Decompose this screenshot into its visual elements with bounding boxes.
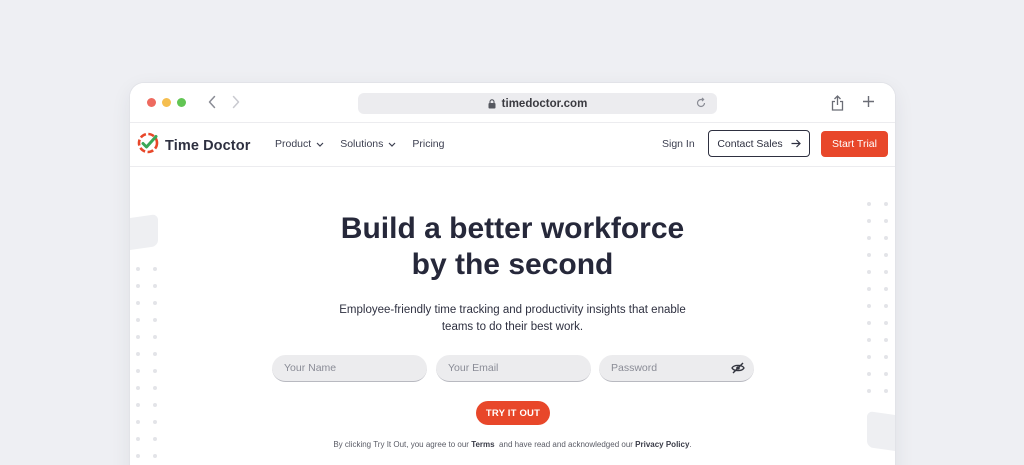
decorative-dot bbox=[884, 287, 888, 291]
decorative-dot bbox=[136, 386, 140, 390]
main-nav: Product Solutions Pricing bbox=[275, 138, 461, 150]
privacy-policy-link[interactable]: Privacy Policy bbox=[635, 440, 689, 449]
nav-item-pricing[interactable]: Pricing bbox=[412, 138, 444, 150]
site-header: Time Doctor Product Solutions Pricing Si… bbox=[130, 123, 895, 167]
password-placeholder: Password bbox=[611, 362, 658, 374]
decorative-dot bbox=[153, 454, 157, 458]
share-icon[interactable] bbox=[831, 95, 844, 111]
decorative-dot bbox=[136, 284, 140, 288]
page-title: Build a better workforce by the second bbox=[130, 211, 895, 283]
decorative-dot bbox=[884, 338, 888, 342]
name-field[interactable]: Your Name bbox=[272, 355, 427, 382]
terms-link[interactable]: Terms bbox=[471, 440, 494, 449]
decorative-dot bbox=[153, 420, 157, 424]
back-icon[interactable] bbox=[202, 92, 222, 112]
try-it-out-button[interactable]: TRY IT OUT bbox=[476, 401, 550, 425]
legal-prefix: By clicking Try It Out, you agree to our bbox=[333, 440, 472, 449]
chevron-down-icon bbox=[316, 142, 324, 147]
url-text: timedoctor.com bbox=[501, 97, 588, 110]
decorative-dot bbox=[153, 403, 157, 407]
maximize-window-button[interactable] bbox=[177, 98, 186, 107]
nav-item-label: Solutions bbox=[340, 138, 384, 150]
time-doctor-logo-icon bbox=[137, 132, 159, 159]
browser-toolbar: timedoctor.com bbox=[130, 83, 895, 123]
start-trial-button[interactable]: Start Trial bbox=[821, 131, 888, 157]
browser-window: timedoctor.com Time Doctor Product Solut… bbox=[130, 83, 895, 465]
legal-suffix: . bbox=[689, 440, 692, 449]
hero-section: Build a better workforce by the second E… bbox=[130, 168, 895, 465]
decorative-dot bbox=[153, 352, 157, 356]
decorative-dot bbox=[867, 389, 871, 393]
decorative-dot bbox=[136, 454, 140, 458]
decorative-dot bbox=[153, 284, 157, 288]
eye-off-icon[interactable] bbox=[731, 362, 745, 374]
name-placeholder: Your Name bbox=[284, 362, 337, 374]
decorative-dot bbox=[867, 372, 871, 376]
legal-middle: and have read and acknowledged our bbox=[494, 440, 636, 449]
close-window-button[interactable] bbox=[147, 98, 156, 107]
forward-icon[interactable] bbox=[226, 92, 246, 112]
reload-icon[interactable] bbox=[695, 97, 707, 109]
password-field[interactable]: Password bbox=[599, 355, 754, 382]
decorative-dot bbox=[867, 355, 871, 359]
title-line: by the second bbox=[411, 248, 614, 281]
page-subtitle: Employee-friendly time tracking and prod… bbox=[130, 302, 895, 336]
decorative-dot bbox=[884, 389, 888, 393]
decorative-dot bbox=[867, 202, 871, 206]
decorative-dot bbox=[153, 369, 157, 373]
brand-logo[interactable]: Time Doctor bbox=[137, 132, 250, 159]
nav-item-label: Pricing bbox=[412, 138, 445, 150]
lock-icon bbox=[488, 98, 496, 109]
minimize-window-button[interactable] bbox=[162, 98, 171, 107]
decorative-dot bbox=[136, 352, 140, 356]
email-placeholder: Your Email bbox=[448, 362, 499, 374]
sign-in-link[interactable]: Sign In bbox=[662, 138, 695, 150]
nav-item-label: Product bbox=[275, 138, 312, 150]
new-tab-icon[interactable] bbox=[862, 95, 875, 108]
address-bar[interactable]: timedoctor.com bbox=[358, 93, 717, 114]
chevron-down-icon bbox=[388, 142, 396, 147]
decorative-dot bbox=[136, 403, 140, 407]
decorative-dot bbox=[867, 287, 871, 291]
subtitle-line: Employee-friendly time tracking and prod… bbox=[339, 304, 686, 316]
contact-sales-button[interactable]: Contact Sales bbox=[708, 130, 810, 157]
decorative-dot bbox=[136, 369, 140, 373]
decorative-dot bbox=[884, 355, 888, 359]
arrow-right-icon bbox=[791, 139, 801, 148]
decorative-dot bbox=[884, 202, 888, 206]
subtitle-line: teams to do their best work. bbox=[441, 321, 584, 333]
decorative-dot bbox=[867, 338, 871, 342]
legal-notice: By clicking Try It Out, you agree to our… bbox=[130, 440, 895, 449]
email-field[interactable]: Your Email bbox=[436, 355, 591, 382]
nav-item-solutions[interactable]: Solutions bbox=[340, 138, 396, 150]
decorative-dot bbox=[884, 372, 888, 376]
nav-item-product[interactable]: Product bbox=[275, 138, 324, 150]
title-line: Build a better workforce bbox=[340, 212, 685, 245]
decorative-dot bbox=[136, 420, 140, 424]
contact-sales-label: Contact Sales bbox=[717, 137, 783, 150]
decorative-dot bbox=[153, 386, 157, 390]
brand-name: Time Doctor bbox=[165, 137, 251, 154]
